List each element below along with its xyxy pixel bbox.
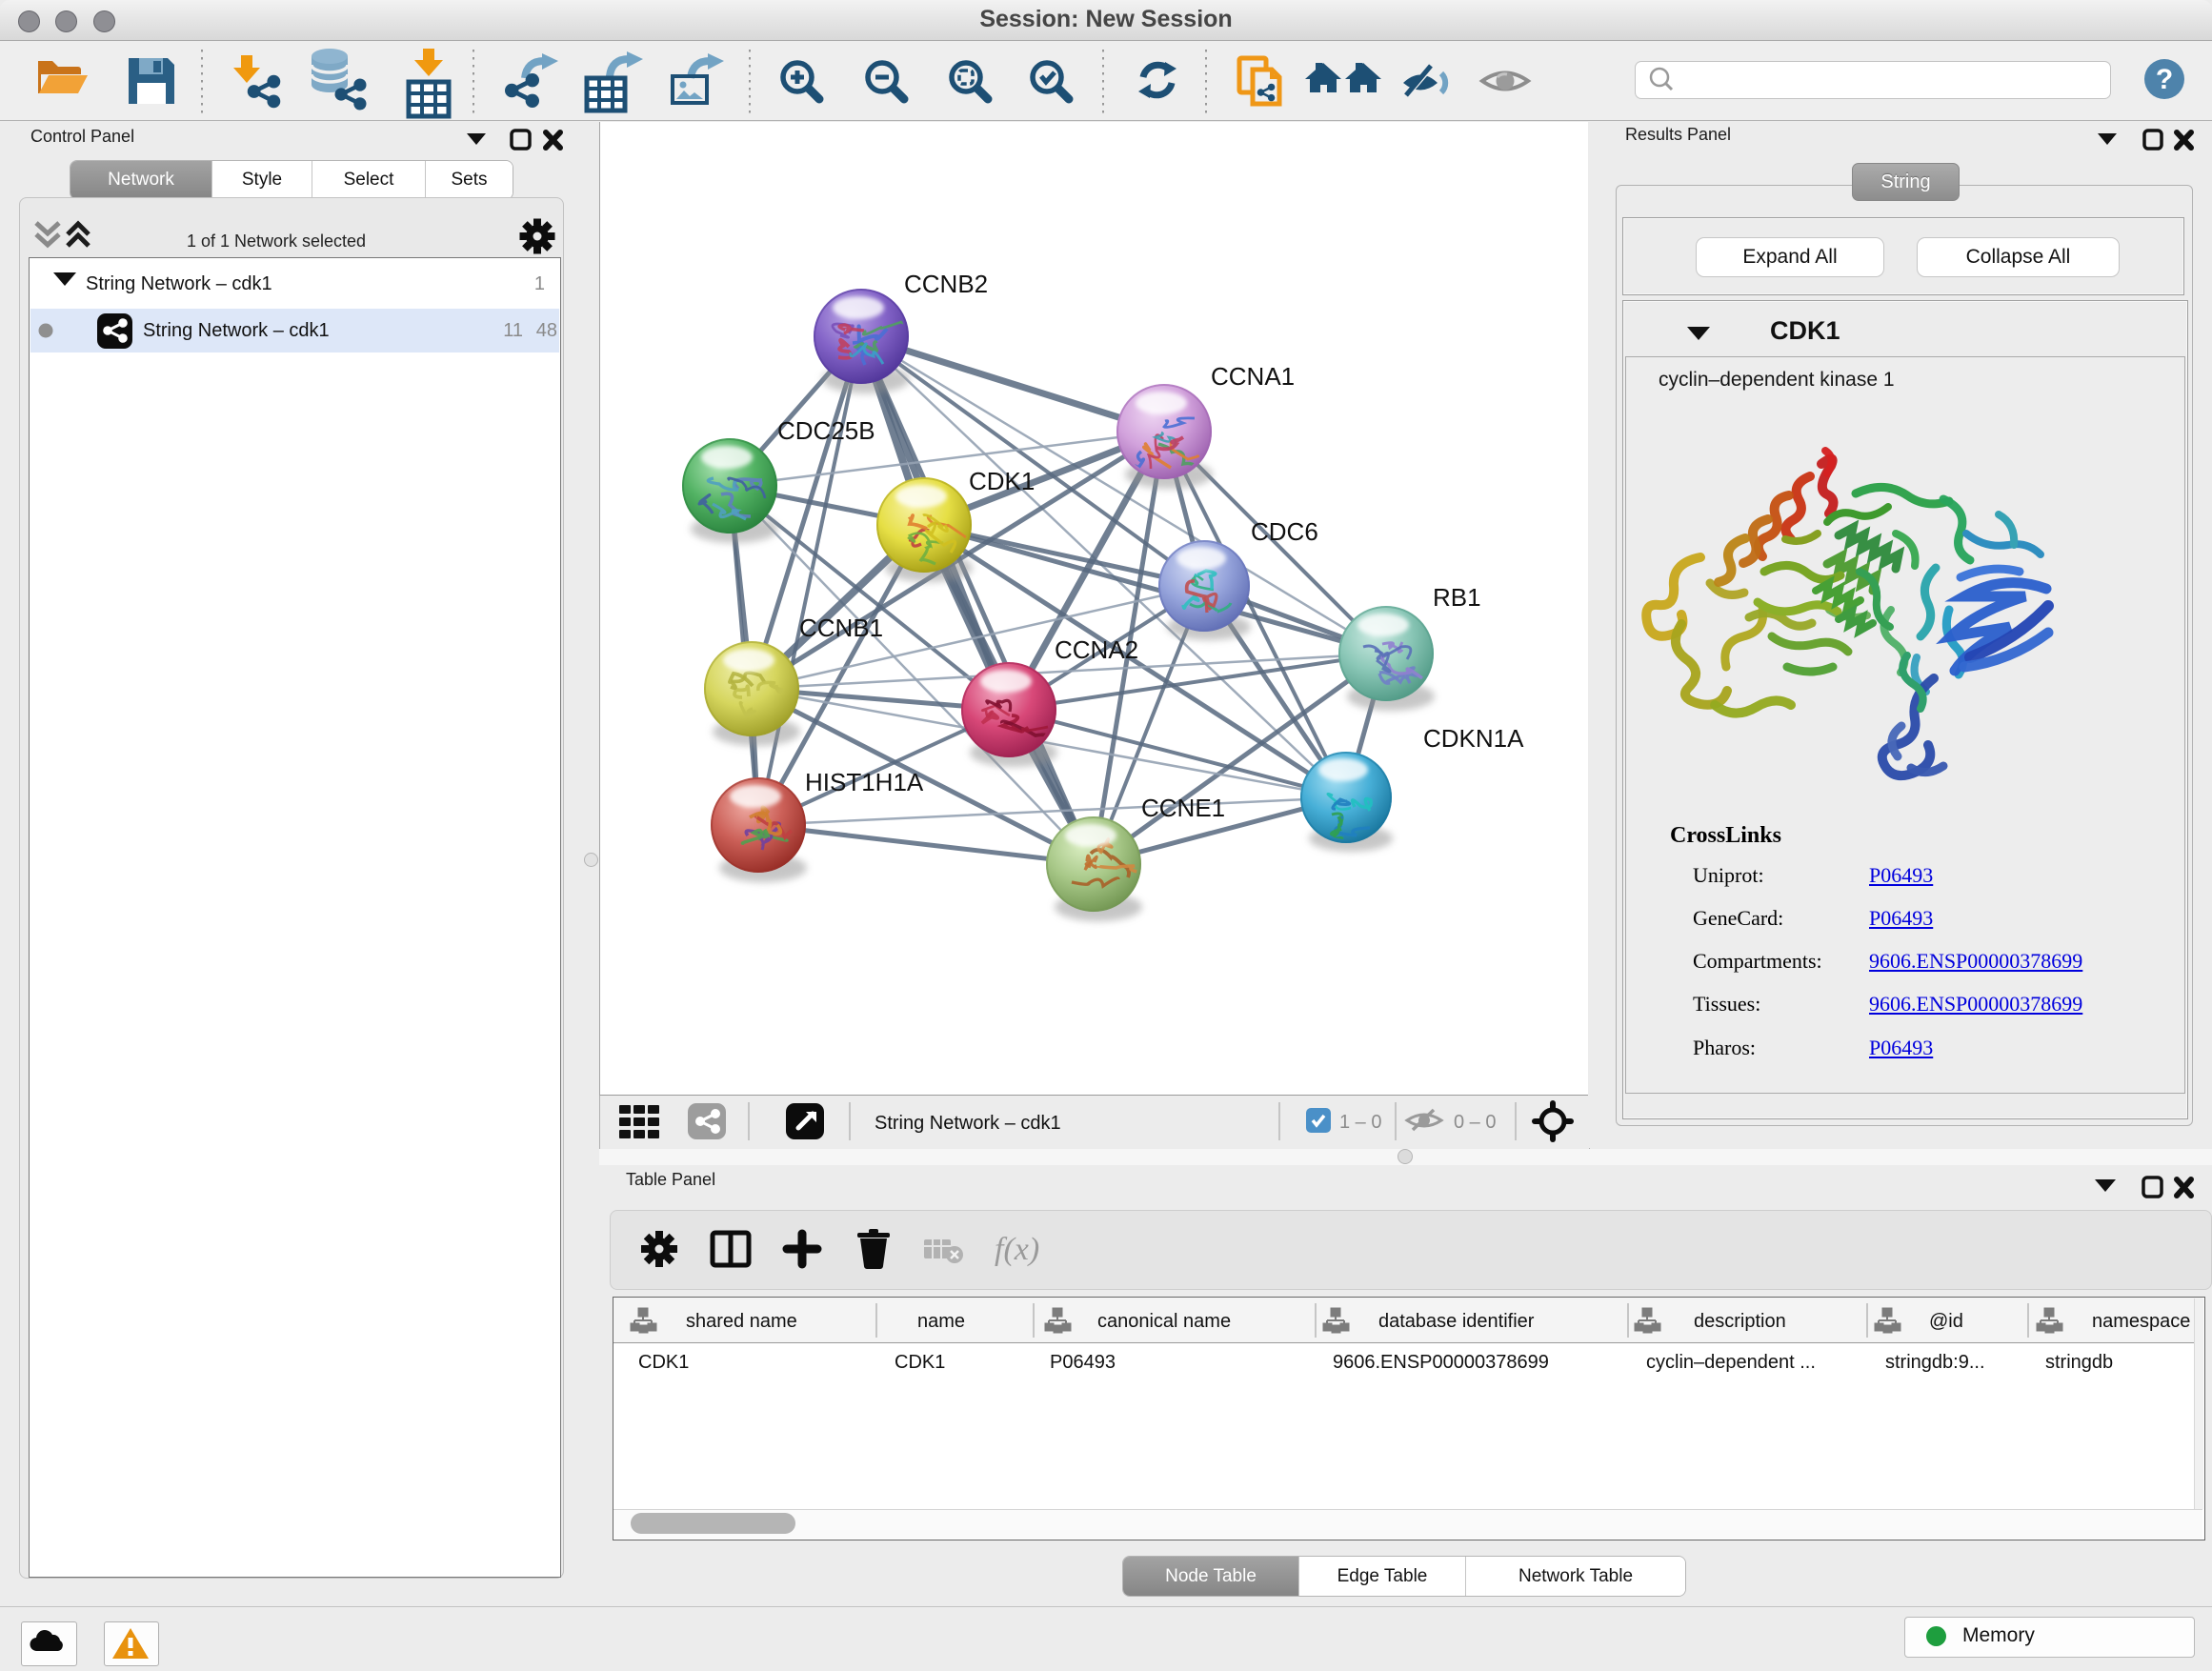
- svg-text:CDK1: CDK1: [969, 467, 1035, 495]
- svg-text:canonical name: canonical name: [1097, 1311, 1231, 1332]
- svg-text:CCNA2: CCNA2: [1055, 635, 1138, 664]
- svg-text:1 – 0: 1 – 0: [1339, 1112, 1381, 1133]
- svg-text:CCNB2: CCNB2: [904, 270, 988, 298]
- svg-text:CCNE1: CCNE1: [1141, 794, 1225, 822]
- svg-text:CDC6: CDC6: [1251, 517, 1318, 546]
- svg-text:namespace: namespace: [2092, 1311, 2190, 1332]
- svg-text:0 – 0: 0 – 0: [1454, 1112, 1496, 1133]
- svg-text:HIST1H1A: HIST1H1A: [805, 768, 924, 796]
- svg-text:CCNB1: CCNB1: [799, 614, 883, 642]
- svg-text:database identifier: database identifier: [1378, 1311, 1535, 1332]
- svg-text:@id: @id: [1929, 1311, 1963, 1332]
- svg-text:?: ?: [2156, 64, 2173, 95]
- svg-text:String Network – cdk1: String Network – cdk1: [875, 1113, 1061, 1134]
- svg-text:CDKN1A: CDKN1A: [1423, 724, 1524, 753]
- svg-text:shared name: shared name: [686, 1311, 797, 1332]
- svg-text:description: description: [1694, 1311, 1786, 1332]
- svg-text:CCNA1: CCNA1: [1211, 362, 1295, 391]
- svg-text:f(x): f(x): [995, 1232, 1039, 1267]
- svg-text:CDC25B: CDC25B: [777, 416, 875, 445]
- svg-text:RB1: RB1: [1433, 583, 1481, 612]
- svg-text:name: name: [917, 1311, 965, 1332]
